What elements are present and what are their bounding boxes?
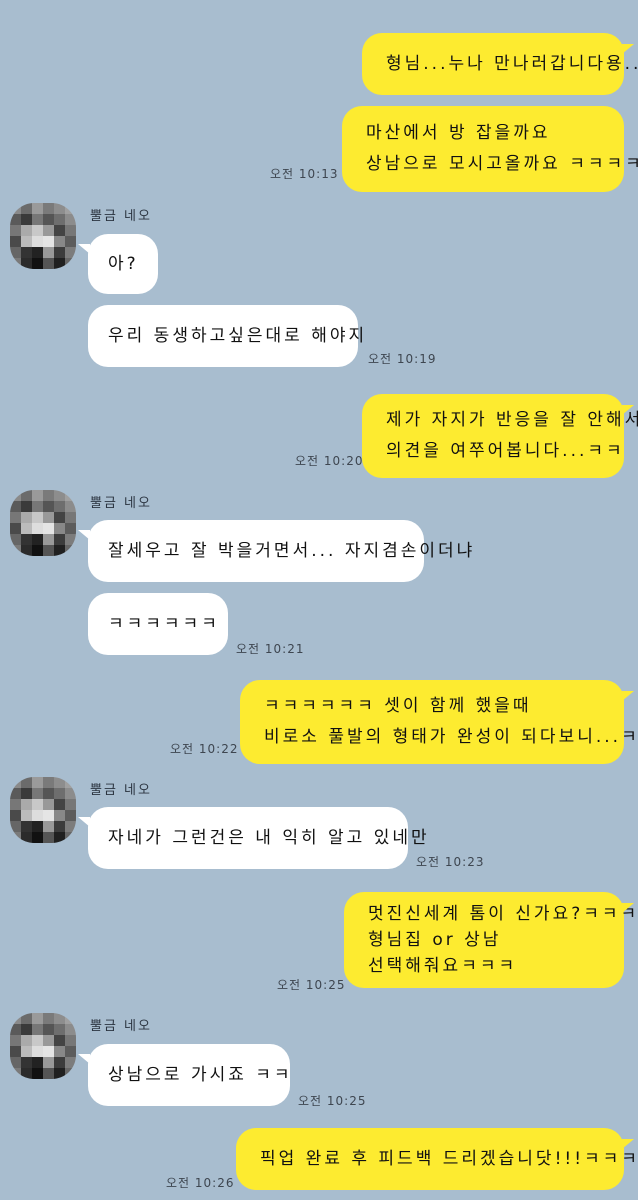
message-text: 마산에서 방 잡을까요 [366,123,551,143]
their-message-bubble[interactable]: 상남으로 가시죠 ㅋㅋ [88,1044,290,1106]
message-text: 선택해줘요ㅋㅋㅋ [368,956,518,976]
message-text: 픽업 완료 후 피드백 드리겠습니닷!!!ㅋㅋㅋㅋ [260,1148,638,1169]
message-timestamp: 오전 10:23 [416,855,485,869]
message-text: 자네가 그런건은 내 익히 알고 있네만 [108,827,430,848]
message-text: 형님...누나 만나러갑니다용.. [386,53,638,74]
my-message-bubble[interactable]: 멋진신세계 톰이 신가요?ㅋㅋㅋ 형님집 or 상남 선택해줘요ㅋㅋㅋ [344,892,638,988]
message-timestamp: 오전 10:22 [170,742,239,756]
bubble-tail [622,44,634,54]
bubble-tail [78,1054,90,1064]
my-message-bubble[interactable]: 마산에서 방 잡을까요 상남으로 모시고올까요 ㅋㅋㅋㅋ [342,106,638,192]
bubble-tail [622,691,634,701]
message-text: 멋진신세계 톰이 신가요?ㅋㅋㅋ [368,904,638,924]
my-message-bubble[interactable]: ㅋㅋㅋㅋㅋㅋ 셋이 함께 했을때 비로소 풀발의 형태가 완성이 되다보니...… [240,680,638,764]
my-message-bubble[interactable]: 제가 자지가 반응을 잘 안해서 의견을 여쭈어봅니다...ㅋㅋ [362,394,638,478]
bubble-tail [622,903,634,913]
their-message-bubble[interactable]: 아? [88,234,158,294]
message-text: 우리 동생하고싶은대로 해야지 [108,325,368,346]
message-timestamp: 오전 10:19 [368,352,437,366]
my-message-bubble[interactable]: 픽업 완료 후 피드백 드리겠습니닷!!!ㅋㅋㅋㅋ [236,1128,638,1190]
message-timestamp: 오전 10:21 [236,642,305,656]
avatar[interactable] [10,203,76,269]
their-message-bubble[interactable]: ㅋㅋㅋㅋㅋㅋ [88,593,228,655]
message-text: 상남으로 가시죠 ㅋㅋ [108,1064,293,1085]
message-timestamp: 오전 10:20 [295,454,364,468]
message-timestamp: 오전 10:25 [277,978,346,992]
avatar[interactable] [10,777,76,843]
their-message-bubble[interactable]: 자네가 그런건은 내 익히 알고 있네만 [88,807,430,869]
message-text: 아? [108,253,139,274]
message-text: ㅋㅋㅋㅋㅋㅋ [108,613,220,634]
my-message-bubble[interactable]: 형님...누나 만나러갑니다용.. [362,33,638,95]
avatar[interactable] [10,1013,76,1079]
their-message-bubble[interactable]: 잘세우고 잘 박을거면서... 자지겸손이더냐 [88,520,476,582]
message-text: 상남으로 모시고올까요 ㅋㅋㅋㅋ [366,154,638,174]
sender-name: 뿔금 네오 [90,1019,152,1034]
bubble-tail [78,244,90,254]
message-text: 비로소 풀발의 형태가 완성이 되다보니...ㅋㅋ [264,727,638,747]
message-text: 제가 자지가 반응을 잘 안해서 [386,410,638,430]
sender-name: 뿔금 네오 [90,496,152,511]
bubble-tail [78,817,90,827]
message-text: ㅋㅋㅋㅋㅋㅋ 셋이 함께 했을때 [264,696,532,716]
message-timestamp: 오전 10:26 [166,1176,235,1190]
message-text: 잘세우고 잘 박을거면서... 자지겸손이더냐 [108,540,476,561]
their-message-bubble[interactable]: 우리 동생하고싶은대로 해야지 [88,305,368,367]
sender-name: 뿔금 네오 [90,209,152,224]
message-timestamp: 오전 10:25 [298,1094,367,1108]
message-text: 형님집 or 상남 [368,930,502,950]
bubble-tail [622,405,634,415]
message-text: 의견을 여쭈어봅니다...ㅋㅋ [386,441,625,461]
sender-name: 뿔금 네오 [90,783,152,798]
bubble-tail [622,1139,634,1149]
message-timestamp: 오전 10:13 [270,167,339,181]
avatar[interactable] [10,490,76,556]
bubble-tail [78,530,90,540]
